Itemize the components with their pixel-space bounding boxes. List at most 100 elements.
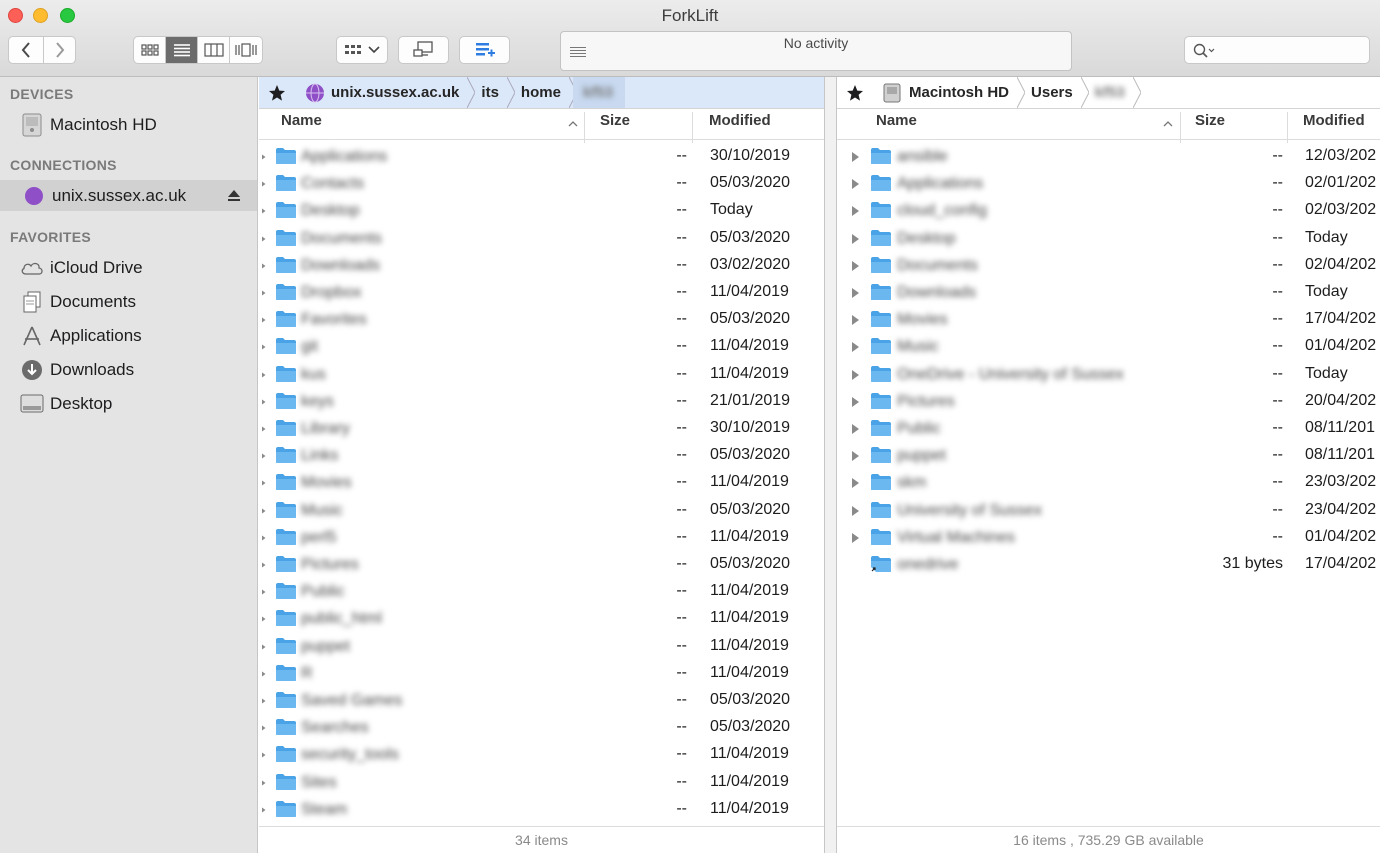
column-divider[interactable] <box>584 112 585 143</box>
disclosure-triangle-icon[interactable] <box>261 750 266 760</box>
path-crumb-server[interactable]: unix.sussex.ac.uk <box>295 77 476 108</box>
disclosure-triangle-icon[interactable] <box>261 451 266 461</box>
arrange-dropdown-button[interactable] <box>336 36 388 64</box>
activity-panel[interactable]: No activity <box>560 31 1072 71</box>
disclosure-triangle-icon[interactable] <box>261 234 266 244</box>
search-field[interactable] <box>1184 36 1370 64</box>
disclosure-triangle-icon[interactable] <box>261 669 266 679</box>
gallery-view-button[interactable] <box>230 37 262 63</box>
file-row[interactable]: kus -- 11/04/2019 <box>259 361 824 388</box>
path-crumb-macintosh-hd[interactable]: Macintosh HD <box>873 77 1026 108</box>
file-row[interactable]: ansible -- 12/03/202 <box>837 143 1380 170</box>
file-row[interactable]: Movies -- 11/04/2019 <box>259 469 824 496</box>
file-row[interactable]: Saved Games -- 05/03/2020 <box>259 687 824 714</box>
file-row[interactable]: OneDrive - University of Sussex -- Today <box>837 361 1380 388</box>
column-header-modified[interactable]: Modified <box>1303 112 1365 129</box>
disclosure-triangle-icon[interactable] <box>261 533 266 543</box>
sidebar-item-desktop[interactable]: Desktop <box>0 388 257 419</box>
file-row[interactable]: Music -- 01/04/202 <box>837 333 1380 360</box>
column-divider[interactable] <box>692 112 693 143</box>
disclosure-triangle-icon[interactable] <box>261 696 266 706</box>
sidebar-item-macintosh-hd[interactable]: Macintosh HD <box>0 109 257 140</box>
disclosure-triangle-icon[interactable] <box>850 152 860 162</box>
disclosure-triangle-icon[interactable] <box>261 587 266 597</box>
disclosure-triangle-icon[interactable] <box>850 369 860 380</box>
disclosure-triangle-icon[interactable] <box>850 179 860 190</box>
path-crumb-user[interactable]: kf53 <box>572 77 625 108</box>
file-row[interactable]: R -- 11/04/2019 <box>259 660 824 687</box>
file-row[interactable]: Public -- 11/04/2019 <box>259 578 824 605</box>
sidebar-item-applications[interactable]: Applications <box>0 320 257 351</box>
file-row[interactable]: Downloads -- 03/02/2020 <box>259 252 824 279</box>
connect-button[interactable] <box>398 36 449 64</box>
file-row[interactable]: Documents -- 02/04/202 <box>837 252 1380 279</box>
pane-splitter[interactable] <box>825 77 836 853</box>
disclosure-triangle-icon[interactable] <box>261 642 266 652</box>
disclosure-triangle-icon[interactable] <box>261 723 266 733</box>
disclosure-triangle-icon[interactable] <box>261 778 266 788</box>
sidebar-item-unix-sussex[interactable]: unix.sussex.ac.uk <box>0 180 257 211</box>
file-row[interactable]: Searches -- 05/03/2020 <box>259 714 824 741</box>
column-header-size[interactable]: Size <box>600 112 630 129</box>
file-row[interactable]: keys -- 21/01/2019 <box>259 388 824 415</box>
file-row[interactable]: Documents -- 05/03/2020 <box>259 225 824 252</box>
disclosure-triangle-icon[interactable] <box>261 315 266 325</box>
file-row[interactable]: Virtual Machines -- 01/04/202 <box>837 524 1380 551</box>
disclosure-triangle-icon[interactable] <box>850 451 860 462</box>
back-button[interactable] <box>9 37 44 63</box>
eject-icon[interactable] <box>227 187 241 207</box>
column-header-modified[interactable]: Modified <box>709 112 771 129</box>
sidebar-item-icloud-drive[interactable]: iCloud Drive <box>0 252 257 283</box>
file-row[interactable]: Desktop -- Today <box>837 225 1380 252</box>
file-row[interactable]: Downloads -- Today <box>837 279 1380 306</box>
disclosure-triangle-icon[interactable] <box>261 805 266 815</box>
list-view-button[interactable] <box>166 37 198 63</box>
forward-button[interactable] <box>44 37 76 63</box>
disclosure-triangle-icon[interactable] <box>850 288 860 298</box>
file-row[interactable]: University of Sussex -- 23/04/202 <box>837 497 1380 524</box>
add-queue-button[interactable] <box>459 36 510 64</box>
file-row[interactable]: perl5 -- 11/04/2019 <box>259 524 824 551</box>
favorite-star-icon[interactable] <box>259 77 295 108</box>
file-row[interactable]: Movies -- 17/04/202 <box>837 306 1380 333</box>
file-row[interactable]: Applications -- 30/10/2019 <box>259 143 824 170</box>
file-row[interactable]: puppet -- 08/11/201 <box>837 442 1380 469</box>
disclosure-triangle-icon[interactable] <box>850 342 860 353</box>
file-row[interactable]: onedrive 31 bytes 17/04/202 <box>837 551 1380 578</box>
file-row[interactable]: Links -- 05/03/2020 <box>259 442 824 469</box>
path-crumb-user[interactable]: kf53 <box>1085 77 1141 108</box>
file-row[interactable]: Music -- 05/03/2020 <box>259 497 824 524</box>
file-row[interactable]: Pictures -- 05/03/2020 <box>259 551 824 578</box>
column-view-button[interactable] <box>198 37 230 63</box>
disclosure-triangle-icon[interactable] <box>850 396 860 407</box>
file-row[interactable]: Contacts -- 05/03/2020 <box>259 170 824 197</box>
column-divider[interactable] <box>1180 112 1181 143</box>
file-row[interactable]: public_html -- 11/04/2019 <box>259 605 824 632</box>
disclosure-triangle-icon[interactable] <box>850 478 860 489</box>
file-row[interactable]: Library -- 30/10/2019 <box>259 415 824 442</box>
file-row[interactable]: Public -- 08/11/201 <box>837 415 1380 442</box>
disclosure-triangle-icon[interactable] <box>850 532 860 543</box>
path-crumb-home[interactable]: home <box>511 77 577 108</box>
disclosure-triangle-icon[interactable] <box>261 261 266 271</box>
path-crumb-users[interactable]: Users <box>1021 77 1089 108</box>
disclosure-triangle-icon[interactable] <box>850 260 860 271</box>
file-row[interactable]: Dropbox -- 11/04/2019 <box>259 279 824 306</box>
disclosure-triangle-icon[interactable] <box>850 233 860 244</box>
file-row[interactable]: Pictures -- 20/04/202 <box>837 388 1380 415</box>
disclosure-triangle-icon[interactable] <box>261 370 266 380</box>
disclosure-triangle-icon[interactable] <box>261 424 266 434</box>
path-crumb-its[interactable]: its <box>471 77 515 108</box>
disclosure-triangle-icon[interactable] <box>261 478 266 488</box>
column-header-name[interactable]: Name <box>876 112 917 129</box>
disclosure-triangle-icon[interactable] <box>850 424 860 434</box>
search-input[interactable] <box>1223 41 1367 58</box>
file-row[interactable]: Steam -- 11/04/2019 <box>259 796 824 823</box>
file-row[interactable]: Desktop -- Today <box>259 197 824 224</box>
disclosure-triangle-icon[interactable] <box>261 206 266 216</box>
file-row[interactable]: skm -- 23/03/202 <box>837 469 1380 496</box>
disclosure-triangle-icon[interactable] <box>261 506 266 516</box>
disclosure-triangle-icon[interactable] <box>261 560 266 570</box>
disclosure-triangle-icon[interactable] <box>850 505 860 516</box>
disclosure-triangle-icon[interactable] <box>261 288 266 298</box>
